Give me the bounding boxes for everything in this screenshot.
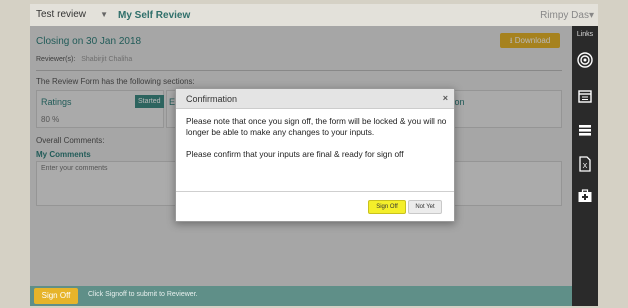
- dialog-confirm-text: Please confirm that your inputs are fina…: [186, 149, 404, 159]
- excel-file-icon[interactable]: X: [577, 156, 593, 172]
- links-label: Links: [576, 31, 594, 38]
- footer-hint: Click Signoff to submit to Reviewer.: [88, 291, 198, 298]
- user-name: Rimpy Das: [540, 10, 589, 21]
- signoff-button[interactable]: Sign Off: [34, 288, 78, 304]
- links-sidebar: Links X: [572, 26, 598, 306]
- confirmation-dialog: Confirmation × Please note that once you…: [175, 88, 455, 222]
- medical-kit-icon[interactable]: [577, 188, 593, 204]
- not-yet-button[interactable]: Not Yet: [408, 200, 442, 214]
- review-select[interactable]: Test review ▼: [30, 6, 110, 24]
- chevron-down-icon: ▾: [588, 10, 594, 21]
- calendar-icon[interactable]: [577, 88, 593, 104]
- close-icon[interactable]: ×: [443, 93, 448, 103]
- target-icon[interactable]: [577, 52, 593, 68]
- footer-bar: Sign Off Click Signoff to submit to Revi…: [30, 286, 572, 306]
- dialog-body: Please note that once you sign off, the …: [186, 116, 448, 160]
- page-title: My Self Review: [118, 10, 191, 21]
- app-frame: Test review ▼ My Self Review Rimpy Das▾ …: [0, 0, 628, 308]
- dialog-divider: [176, 191, 454, 192]
- review-select-value: Test review: [36, 9, 87, 20]
- top-bar: Test review ▼ My Self Review Rimpy Das▾: [30, 4, 598, 26]
- dialog-header: Confirmation ×: [176, 89, 454, 109]
- user-menu[interactable]: Rimpy Das▾: [540, 10, 594, 21]
- dialog-title: Confirmation: [186, 94, 238, 104]
- confirm-signoff-button[interactable]: Sign Off: [368, 200, 406, 214]
- chevron-down-icon: ▼: [100, 10, 108, 19]
- list-icon[interactable]: [577, 122, 593, 138]
- svg-text:X: X: [583, 163, 588, 170]
- dialog-message: Please note that once you sign off, the …: [186, 116, 447, 137]
